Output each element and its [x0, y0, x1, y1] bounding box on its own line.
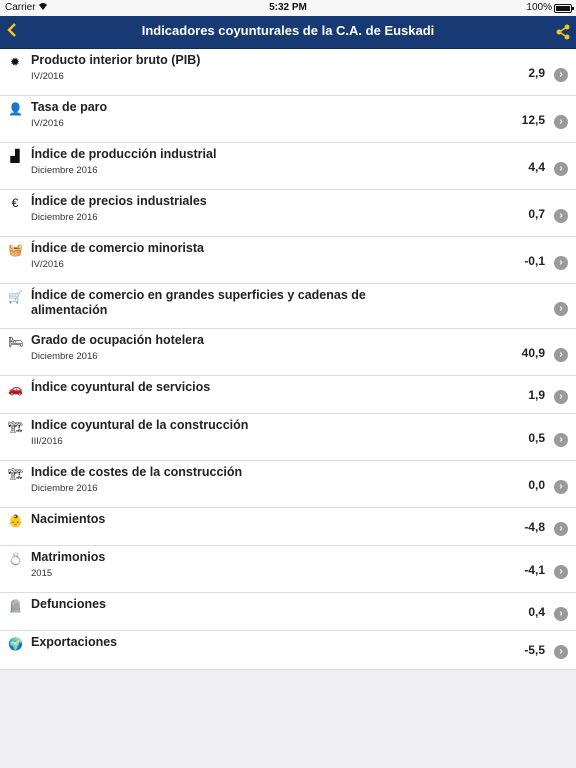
- item-period: Diciembre 2016: [31, 483, 98, 494]
- list-item[interactable]: € Índice de precios industriales Diciembre…: [0, 190, 576, 237]
- chevron-right-icon[interactable]: ›: [554, 607, 568, 621]
- item-title: Matrimonios: [31, 550, 106, 564]
- tombstone-icon: 🪦: [8, 599, 23, 613]
- bed-icon: 🛏: [8, 335, 24, 349]
- chevron-right-icon[interactable]: ›: [554, 522, 568, 536]
- item-title: Indice coyuntural de la construcción: [31, 418, 249, 432]
- battery-icon: [554, 4, 574, 13]
- item-value: 0,7: [528, 207, 545, 221]
- status-bar: Carrier 5:32 PM 100%: [0, 0, 576, 16]
- item-period: IV/2016: [31, 71, 64, 82]
- list-item[interactable]: ▟ Índice de producción industrial Diciembr…: [0, 143, 576, 190]
- list-item[interactable]: ✹ Producto interior bruto (PIB) IV/2016 2,9…: [0, 49, 576, 96]
- list-item[interactable]: 🏗 Indice coyuntural de la construcción III…: [0, 414, 576, 461]
- chevron-right-icon[interactable]: ›: [554, 115, 568, 129]
- item-period: Diciembre 2016: [31, 165, 98, 176]
- indicator-list: ✹ Producto interior bruto (PIB) IV/2016 2,9…: [0, 49, 576, 670]
- item-value: -4,8: [524, 520, 545, 534]
- chevron-right-icon[interactable]: ›: [554, 162, 568, 176]
- item-value: -5,5: [524, 643, 545, 657]
- item-value: -0,1: [524, 254, 545, 268]
- item-value: 0,5: [528, 431, 545, 445]
- item-value: 0,4: [528, 605, 545, 619]
- list-item[interactable]: 🧺 Índice de comercio minorista IV/2016 -0,1…: [0, 237, 576, 284]
- list-item[interactable]: 👶 Nacimientos -4,8 ›: [0, 508, 576, 546]
- rings-icon: 💍: [8, 552, 23, 566]
- cart-icon: 🛒: [8, 290, 23, 304]
- item-period: Diciembre 2016: [31, 351, 98, 362]
- item-title: Indice de costes de la construcción: [31, 465, 243, 479]
- car-icon: 🚗: [8, 382, 23, 396]
- item-title: Grado de ocupación hotelera: [31, 333, 204, 347]
- item-title: Índice de producción industrial: [31, 147, 217, 161]
- item-period: III/2016: [31, 436, 63, 447]
- item-value: 40,9: [521, 346, 545, 360]
- clock: 5:32 PM: [269, 2, 307, 13]
- battery-percent: 100%: [526, 2, 552, 13]
- chevron-right-icon[interactable]: ›: [554, 645, 568, 659]
- item-period: 2015: [31, 568, 53, 579]
- item-title: Índice de comercio minorista: [31, 241, 204, 255]
- chevron-right-icon[interactable]: ›: [554, 256, 568, 270]
- item-value: 4,4: [528, 160, 545, 174]
- euro-icon: €: [11, 196, 19, 210]
- list-item[interactable]: 🌍 Exportaciones -5,5 ›: [0, 631, 576, 669]
- item-title: Exportaciones: [31, 635, 118, 649]
- list-item[interactable]: 🪦 Defunciones 0,4 ›: [0, 593, 576, 631]
- person-icon: 👤: [8, 102, 23, 116]
- item-title: Índice coyuntural de servicios: [31, 380, 211, 394]
- item-title: Índice de precios industriales: [31, 194, 207, 208]
- item-value: 2,9: [528, 66, 545, 80]
- nav-bar: Indicadores coyunturales de la C.A. de E…: [0, 16, 576, 49]
- baby-icon: 👶: [8, 514, 23, 528]
- globe-icon: 🌍: [8, 637, 23, 651]
- list-item[interactable]: 🏗 Indice de costes de la construcción Dici…: [0, 461, 576, 508]
- chevron-right-icon[interactable]: ›: [554, 390, 568, 404]
- chevron-right-icon[interactable]: ›: [554, 565, 568, 579]
- item-value: 12,5: [521, 113, 545, 127]
- chevron-right-icon[interactable]: ›: [554, 480, 568, 494]
- basket-icon: 🧺: [8, 243, 23, 257]
- gear-icon: ✹: [9, 55, 21, 69]
- factory-icon: ▟: [10, 149, 20, 163]
- item-value: 1,9: [528, 388, 545, 402]
- item-title: Defunciones: [31, 597, 107, 611]
- list-item[interactable]: 💍 Matrimonios 2015 -4,1 ›: [0, 546, 576, 593]
- item-title: Producto interior bruto (PIB): [31, 53, 201, 67]
- item-title: Nacimientos: [31, 512, 106, 526]
- crane-icon: 🏗: [8, 420, 24, 434]
- chevron-right-icon[interactable]: ›: [554, 209, 568, 223]
- page-title: Indicadores coyunturales de la C.A. de E…: [141, 23, 435, 38]
- chevron-right-icon[interactable]: ›: [554, 348, 568, 362]
- item-title: Índice de comercio en grandes superficie…: [31, 288, 366, 317]
- list-item[interactable]: 👤 Tasa de paro IV/2016 12,5 ›: [0, 96, 576, 143]
- item-period: Diciembre 2016: [31, 212, 98, 223]
- item-period: IV/2016: [31, 259, 64, 270]
- item-value: -4,1: [524, 563, 545, 577]
- chevron-right-icon[interactable]: ›: [554, 68, 568, 82]
- list-item[interactable]: 🛒 Índice de comercio en grandes superfici…: [0, 284, 576, 329]
- item-period: IV/2016: [31, 118, 64, 129]
- chevron-right-icon[interactable]: ›: [554, 433, 568, 447]
- list-item[interactable]: 🛏 Grado de ocupación hotelera Diciembre 20…: [0, 329, 576, 376]
- share-icon[interactable]: [556, 24, 570, 40]
- item-value: 0,0: [528, 478, 545, 492]
- chevron-right-icon[interactable]: ›: [554, 302, 568, 316]
- crane-euro-icon: 🏗: [8, 467, 24, 481]
- list-item[interactable]: 🚗 Índice coyuntural de servicios 1,9 ›: [0, 376, 576, 414]
- item-title: Tasa de paro: [31, 100, 108, 114]
